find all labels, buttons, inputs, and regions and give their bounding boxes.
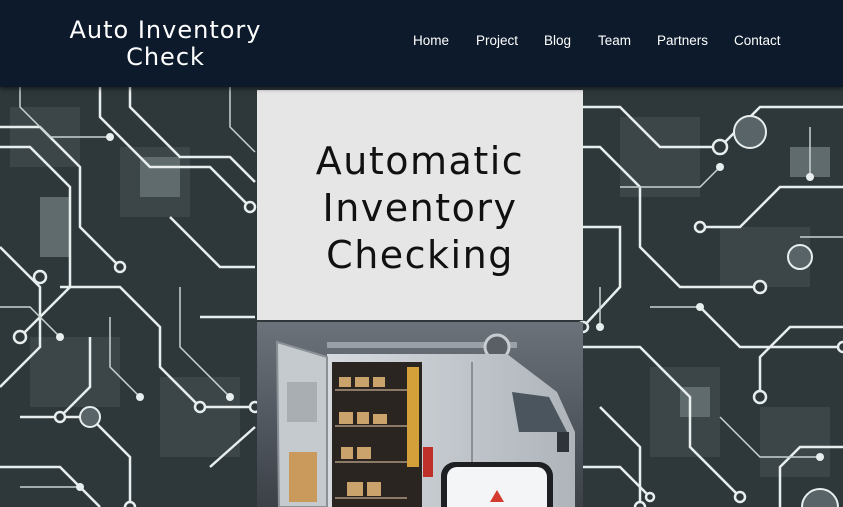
nav-contact[interactable]: Contact — [734, 33, 781, 48]
nav-partners[interactable]: Partners — [657, 33, 708, 48]
delivery-van-image — [257, 322, 583, 507]
hero-title: Automatic Inventory Checking — [257, 138, 583, 279]
top-navbar: Auto Inventory Check Home Project Blog T… — [0, 0, 843, 87]
hero-title-line-1: Automatic — [315, 139, 525, 183]
brand-line-1: Auto Inventory — [69, 16, 262, 44]
van-illustration — [257, 322, 583, 507]
nav-blog[interactable]: Blog — [544, 33, 571, 48]
hero-title-line-2: Inventory — [322, 186, 518, 230]
nav-team[interactable]: Team — [598, 33, 631, 48]
site-logo[interactable]: Auto Inventory Check — [58, 17, 273, 71]
nav-home[interactable]: Home — [413, 33, 449, 48]
nav-project[interactable]: Project — [476, 33, 518, 48]
brand-line-2: Check — [126, 43, 205, 71]
hero-title-panel: Automatic Inventory Checking — [257, 90, 583, 320]
hero-title-line-3: Checking — [326, 233, 514, 277]
